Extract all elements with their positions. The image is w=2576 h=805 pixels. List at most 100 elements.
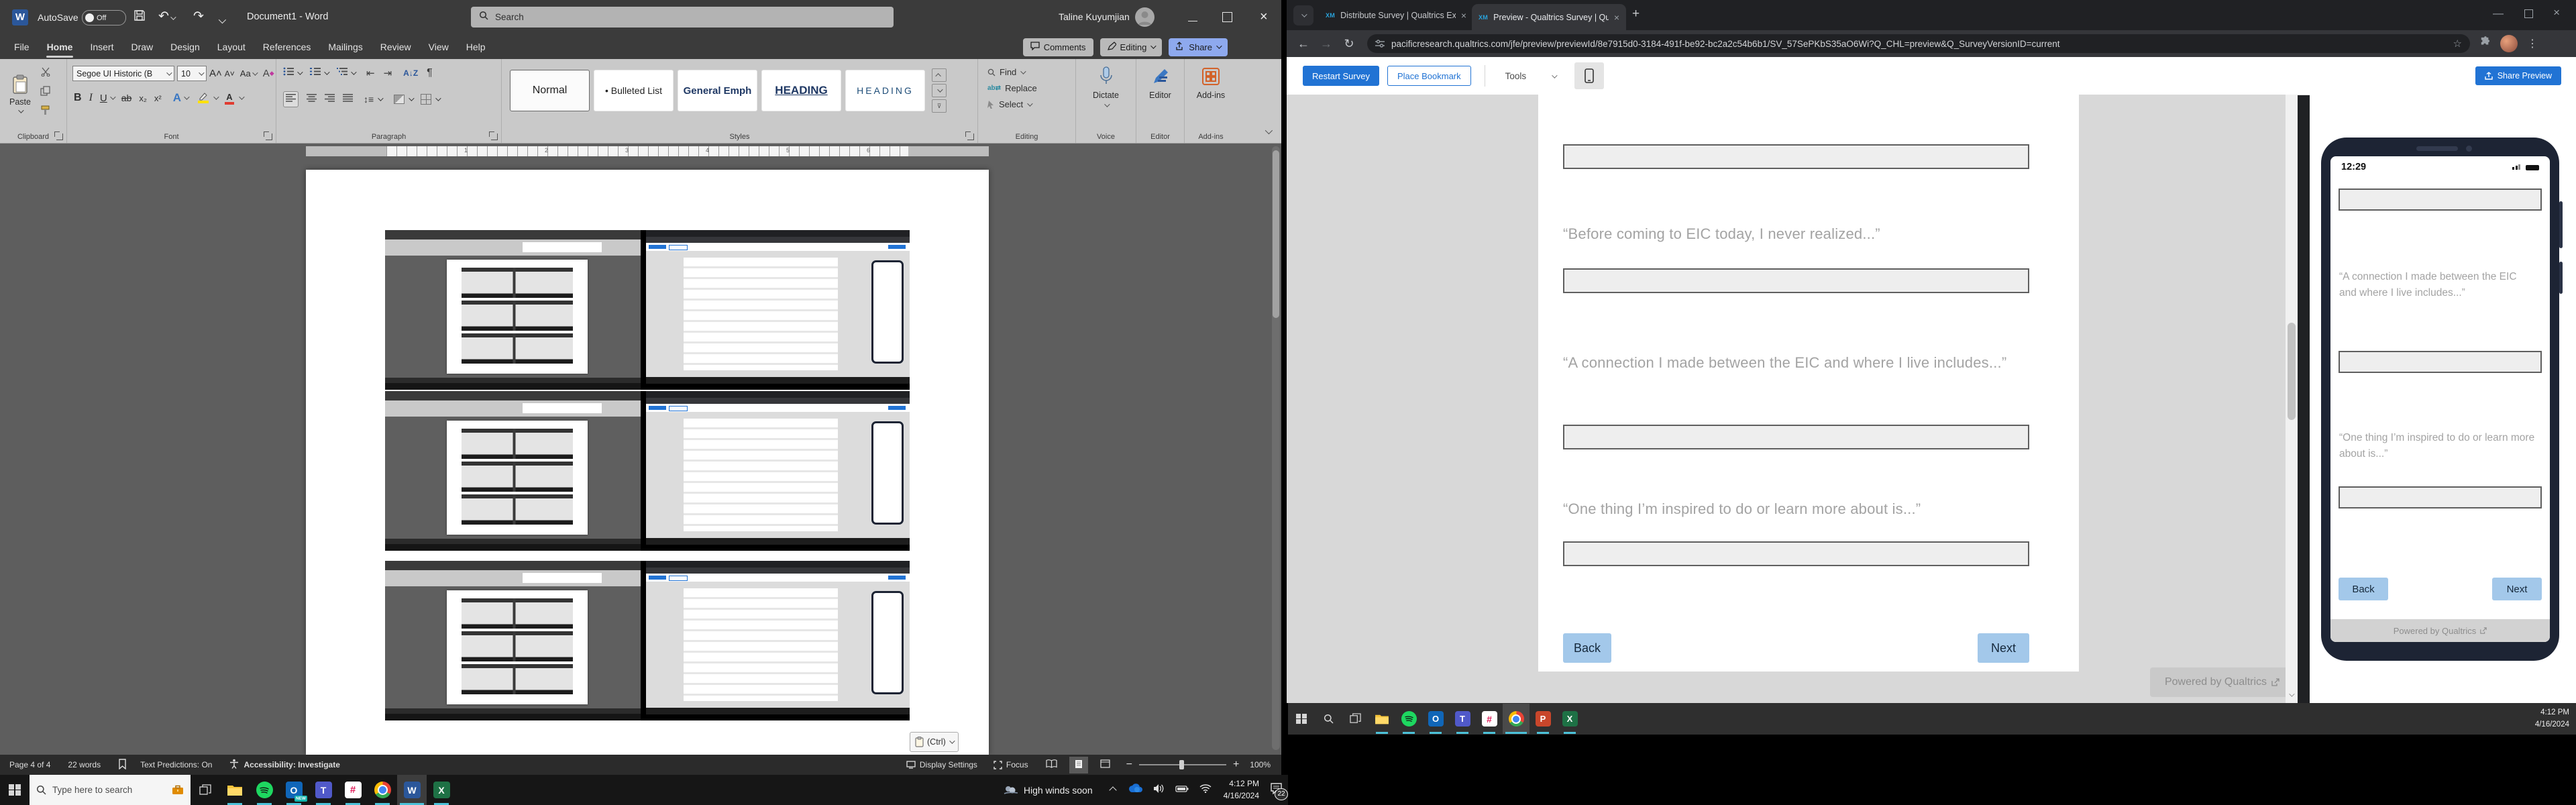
taskbar-outlook[interactable]: O	[1422, 704, 1449, 734]
tab-search-button[interactable]	[1293, 5, 1313, 25]
page-indicator[interactable]: Page 4 of 4	[9, 760, 50, 769]
scrollbar-down-arrow[interactable]	[2289, 688, 2293, 700]
taskbar-search-button[interactable]	[1315, 704, 1342, 734]
restore-button[interactable]	[1222, 12, 1232, 22]
tab-mailings[interactable]: Mailings	[319, 35, 371, 59]
zoom-out-button[interactable]: −	[1126, 759, 1132, 771]
task-view-button[interactable]	[1342, 704, 1368, 734]
survey-text-input-4[interactable]	[1563, 541, 2029, 566]
editing-mode-button[interactable]: Editing	[1100, 38, 1163, 56]
start-button[interactable]	[0, 775, 30, 805]
close-button[interactable]: ×	[1260, 9, 1268, 25]
back-icon[interactable]: ←	[1292, 37, 1315, 51]
numbering-icon[interactable]	[310, 67, 321, 79]
document-scrollbar[interactable]	[1272, 146, 1280, 750]
style-heading-2[interactable]: HEADING	[845, 70, 925, 111]
bold-icon[interactable]: B	[74, 92, 82, 104]
decrease-indent-icon[interactable]: ⇤	[366, 67, 375, 79]
taskbar-chrome[interactable]	[368, 775, 397, 805]
proofing-icon[interactable]	[118, 759, 127, 771]
undo-icon[interactable]: ↶	[158, 9, 174, 24]
style-general-emph[interactable]: General Emph	[678, 70, 757, 111]
highlight-color-icon[interactable]	[198, 93, 209, 103]
tab-home[interactable]: Home	[38, 35, 82, 59]
web-layout-icon[interactable]	[1100, 759, 1110, 770]
superscript-icon[interactable]: x²	[154, 93, 162, 103]
zoom-slider-thumb[interactable]	[1179, 760, 1184, 769]
task-view-button[interactable]	[191, 775, 220, 805]
paragraph-dialog-launcher[interactable]	[491, 133, 498, 140]
tab-preview-survey-active[interactable]: XM Preview - Qualtrics Survey | Qua ×	[1472, 4, 1626, 30]
font-size-select[interactable]: 10	[177, 66, 207, 81]
comments-button[interactable]: Comments	[1023, 38, 1093, 56]
taskbar-file-explorer[interactable]	[1368, 704, 1395, 734]
text-effects-icon[interactable]: A	[173, 91, 181, 105]
window-minimize-icon[interactable]: —	[2493, 8, 2504, 20]
window-close-icon[interactable]: ×	[2553, 6, 2560, 19]
volume-icon[interactable]	[1153, 784, 1165, 797]
tools-chevron-icon[interactable]	[1552, 70, 1556, 82]
format-painter-icon[interactable]	[40, 105, 51, 119]
taskbar-excel[interactable]: X	[427, 775, 456, 805]
zoom-slider[interactable]	[1139, 764, 1226, 765]
taskbar-excel[interactable]: X	[1556, 704, 1583, 734]
survey-text-input-1[interactable]	[1563, 144, 2029, 169]
taskbar-spotify[interactable]	[250, 775, 279, 805]
print-layout-icon[interactable]	[1069, 757, 1088, 773]
strikethrough-icon[interactable]: ab	[121, 93, 132, 103]
autosave-toggle[interactable]: Off	[82, 10, 126, 25]
font-dialog-launcher[interactable]	[266, 133, 272, 140]
survey-text-input-3[interactable]	[1563, 425, 2029, 449]
align-right-icon[interactable]	[325, 93, 335, 105]
multilevel-list-icon[interactable]	[337, 67, 348, 79]
save-icon[interactable]	[133, 9, 146, 25]
tab-draw[interactable]: Draw	[122, 35, 162, 59]
taskbar-clock[interactable]: 4:12 PM 4/16/2024	[1224, 778, 1259, 802]
clipboard-dialog-launcher[interactable]	[56, 133, 63, 140]
find-button[interactable]: Find	[987, 67, 1037, 77]
bullets-icon[interactable]	[283, 67, 294, 79]
line-spacing-icon[interactable]: ↕≡	[364, 94, 374, 105]
subscript-icon[interactable]: x₂	[139, 93, 147, 103]
tab-help[interactable]: Help	[458, 35, 494, 59]
document-page[interactable]: (Ctrl)	[306, 170, 989, 755]
shrink-font-icon[interactable]: A˅	[225, 69, 235, 78]
borders-icon[interactable]	[421, 94, 431, 105]
styles-scroll-down[interactable]	[932, 84, 947, 97]
redo-icon[interactable]: ↷	[193, 9, 204, 24]
profile-avatar[interactable]	[2500, 35, 2518, 52]
mobile-text-input-1[interactable]	[2339, 189, 2542, 211]
quick-access-chevron-icon[interactable]	[219, 15, 224, 27]
shading-icon[interactable]	[394, 95, 405, 104]
collapse-ribbon-icon[interactable]	[1265, 125, 1271, 138]
clear-formatting-icon[interactable]: A◆	[263, 68, 274, 79]
taskbar-word[interactable]: W	[397, 775, 427, 805]
styles-dialog-launcher[interactable]	[967, 133, 974, 140]
word-search-box[interactable]: Search	[471, 7, 894, 28]
battery-icon[interactable]	[1175, 784, 1189, 796]
survey-back-button[interactable]: Back	[1563, 633, 1611, 663]
font-name-select[interactable]: Segoe UI Historic (B	[72, 66, 174, 81]
avatar[interactable]	[1135, 7, 1155, 27]
cut-icon[interactable]	[40, 67, 51, 80]
text-predictions[interactable]: Text Predictions: On	[140, 760, 212, 769]
taskbar-file-explorer[interactable]	[220, 775, 250, 805]
tab-layout[interactable]: Layout	[209, 35, 254, 59]
taskbar-slack[interactable]: #	[1476, 704, 1503, 734]
scrollbar-thumb[interactable]	[1273, 150, 1279, 318]
new-tab-button[interactable]: +	[1632, 7, 1640, 21]
style-bulleted-list[interactable]: • Bulleted List	[594, 70, 674, 111]
zoom-level[interactable]: 100%	[1250, 760, 1271, 769]
italic-icon[interactable]: I	[89, 92, 93, 104]
paste-button[interactable]: Paste	[5, 66, 35, 122]
accessibility-status[interactable]: Accessibility: Investigate	[244, 760, 339, 769]
tools-dropdown[interactable]: Tools	[1505, 71, 1527, 81]
mobile-view-toggle[interactable]	[1574, 62, 1604, 89]
tab-close-icon[interactable]: ×	[1461, 10, 1466, 21]
tab-view[interactable]: View	[420, 35, 458, 59]
tab-file[interactable]: File	[5, 35, 38, 59]
focus-button[interactable]: Focus	[994, 760, 1028, 769]
taskbar-outlook[interactable]: O NEW	[279, 775, 309, 805]
dictate-button[interactable]: Dictate	[1076, 66, 1136, 107]
increase-indent-icon[interactable]: ⇥	[384, 67, 392, 79]
